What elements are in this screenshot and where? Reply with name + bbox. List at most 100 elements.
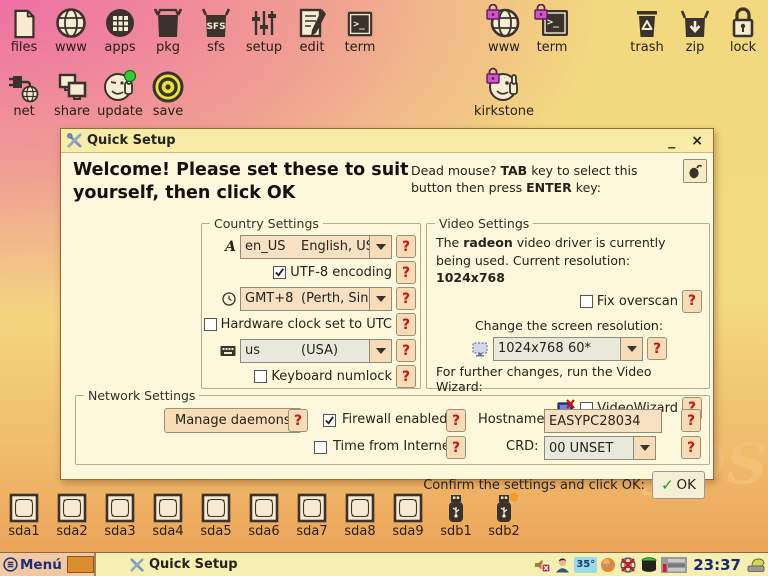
hostname-label: Hostname: [478,412,549,427]
session-save-icon[interactable] [747,556,766,573]
timezone-combobox[interactable]: GMT+8 (Perth, Sin [240,287,392,311]
dead-mouse-button[interactable] [683,159,707,183]
hwclock-checkbox[interactable] [204,318,217,331]
crd-combobox[interactable]: 00 UNSET [544,436,656,460]
desktop-icon-www-locked[interactable]: www [480,4,528,54]
desktop-icon-update[interactable]: update [96,68,144,118]
keyboard-layout-combobox[interactable]: us (USA) [240,339,392,363]
time-internet-label: Time from Internet [333,439,455,454]
tools-icon [130,558,144,572]
check-icon: ✓ [661,476,674,494]
desktop-icon-trash[interactable]: trash [623,4,671,54]
globe-icon [47,4,95,40]
timezone-help-button[interactable]: ? [396,287,416,310]
fix-overscan-help-button[interactable]: ? [682,290,702,313]
time-internet-help-button[interactable]: ? [446,436,466,459]
harddrive-icon [336,490,384,524]
utf8-help-button[interactable]: ? [396,261,416,284]
drive-icon-sda4[interactable]: sda4 [144,490,192,538]
harddrive-icon [144,490,192,524]
utf8-checkbox[interactable] [273,266,286,279]
desktop-icon-save[interactable]: save [144,68,192,118]
video-driver-text: The radeon video driver is currently bei… [436,234,702,287]
task-quick-setup[interactable]: Quick Setup [130,557,238,572]
desktop-icon-apps[interactable]: apps [96,4,144,54]
keyboard-help-button[interactable]: ? [396,339,416,362]
numlock-label: Keyboard numlock [271,369,392,384]
checkmark-icon [324,415,335,426]
taskbar-clock[interactable]: 23:37 [693,556,741,574]
drive-icon-sda3[interactable]: sda3 [96,490,144,538]
drive-icon-sda6[interactable]: sda6 [240,490,288,538]
network-offline-icon[interactable] [619,556,637,574]
resolution-combobox[interactable]: 1024x768 60* [493,337,643,361]
firewall-help-button[interactable]: ? [446,409,466,432]
time-internet-checkbox[interactable] [314,441,327,454]
minimize-button[interactable]: _ [668,134,675,148]
locale-dropdown-arrow[interactable] [369,236,391,258]
harddrive-icon [48,490,96,524]
desktop-icon-share[interactable]: share [48,68,96,118]
drive-icon-sda7[interactable]: sda7 [288,490,336,538]
keyboard-dropdown-arrow[interactable] [369,340,391,362]
drive-icon-sda8[interactable]: sda8 [336,490,384,538]
numlock-help-button[interactable]: ? [396,365,416,388]
zip-box-icon [671,4,719,40]
taskbar-applet[interactable] [67,556,94,573]
desktop-icon-sfs[interactable]: SFS sfs [192,4,240,54]
numlock-checkbox[interactable] [254,370,267,383]
fix-overscan-checkbox[interactable] [580,295,593,308]
menu-button[interactable]: Menú [20,557,62,573]
desktop-icon-kirkstone[interactable]: kirkstone [468,68,540,118]
hostname-input[interactable] [544,409,662,433]
orb-tray-icon[interactable] [600,557,616,573]
harddrive-icon [96,490,144,524]
desktop-icon-edit[interactable]: edit [288,4,336,54]
harddrive-icon [288,490,336,524]
close-button[interactable]: × [691,134,703,148]
keyboard-icon [220,345,236,357]
user-tray-icon[interactable] [554,556,571,574]
desktop-icon-net[interactable]: net [0,68,48,118]
drive-icon-sda2[interactable]: sda2 [48,490,96,538]
crd-dropdown-arrow[interactable] [633,437,655,459]
temperature-tray-badge[interactable]: 35° [574,557,597,573]
files-icon [0,4,48,40]
resolution-dropdown-arrow[interactable] [620,338,642,360]
hwclock-help-button[interactable]: ? [396,313,416,336]
sfs-box-icon: SFS [192,4,240,40]
drive-icon-sda1[interactable]: sda1 [0,490,48,538]
cpu-meter[interactable] [661,556,687,574]
desktop-icon-term-locked[interactable]: >_ term [528,4,576,54]
desktop-icon-lock[interactable]: lock [719,4,767,54]
svg-text:>_: >_ [547,17,560,28]
crd-help-button[interactable]: ? [681,436,701,459]
trash-icon [623,4,671,40]
firewall-checkbox[interactable] [323,414,336,427]
window-titlebar[interactable]: Quick Setup _ × [61,129,713,153]
ok-button[interactable]: ✓ OK [652,471,705,499]
desktop-icon-pkg[interactable]: pkg [144,4,192,54]
firewall-label: Firewall enabled [342,412,447,427]
timezone-dropdown-arrow[interactable] [369,288,391,310]
desktop-icon-files[interactable]: files [0,4,48,54]
desktop-icon-zip[interactable]: zip [671,4,719,54]
drive-icon-sda5[interactable]: sda5 [192,490,240,538]
quick-setup-window: Quick Setup _ × Welcome! Please set thes… [60,128,714,480]
daemons-help-button[interactable]: ? [288,409,308,432]
desktop-icon-term[interactable]: >_ term [336,4,384,54]
desktop-icon-setup[interactable]: setup [240,4,288,54]
manage-daemons-button[interactable]: Manage daemons [164,408,302,433]
locale-combobox[interactable]: en_US English, US [240,235,392,259]
edit-notepad-icon [288,4,336,40]
volume-muted-icon[interactable] [533,556,551,574]
printer-spool-icon[interactable] [640,556,658,574]
checkmark-icon [274,267,285,278]
resolution-help-button[interactable]: ? [647,337,667,360]
menu-icon[interactable] [3,557,18,572]
country-settings-legend: Country Settings [210,216,323,231]
locale-help-button[interactable]: ? [396,235,416,258]
hostname-help-button[interactable]: ? [681,409,701,432]
terminal-icon: >_ [336,4,384,40]
desktop-icon-www[interactable]: www [47,4,95,54]
